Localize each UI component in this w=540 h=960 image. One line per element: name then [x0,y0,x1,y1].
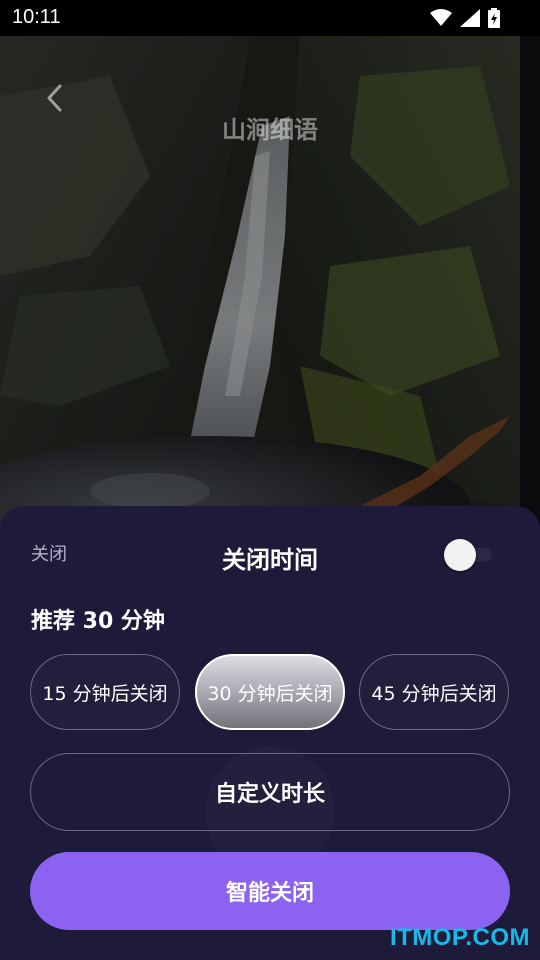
status-time: 10:11 [12,6,61,28]
watermark: ITMOP.COM [389,924,530,951]
timer-toggle[interactable] [444,539,492,571]
battery-icon [488,8,500,32]
option-15-min[interactable]: 15 分钟后关闭 [30,654,180,730]
signal-icon [460,9,480,31]
app-screen: 10:11 山涧细语 关闭 关闭时间 推荐 30 分钟 15 分钟后关闭 30 … [0,0,540,960]
custom-duration-button[interactable]: 自定义时长 [30,753,510,831]
page-title: 山涧细语 [222,116,318,144]
option-30-min[interactable]: 30 分钟后关闭 [195,654,345,730]
status-bar: 10:11 [0,0,540,36]
option-45-min[interactable]: 45 分钟后关闭 [359,654,509,730]
status-icons [430,8,500,32]
recommend-text: 推荐 30 分钟 [31,609,165,634]
timer-options: 15 分钟后关闭 30 分钟后关闭 45 分钟后关闭 [30,654,510,732]
toggle-thumb [444,539,476,571]
sleep-timer-sheet: 关闭 关闭时间 推荐 30 分钟 15 分钟后关闭 30 分钟后关闭 45 分钟… [0,506,540,960]
wifi-icon [430,9,452,31]
smart-close-button[interactable]: 智能关闭 [30,852,510,930]
